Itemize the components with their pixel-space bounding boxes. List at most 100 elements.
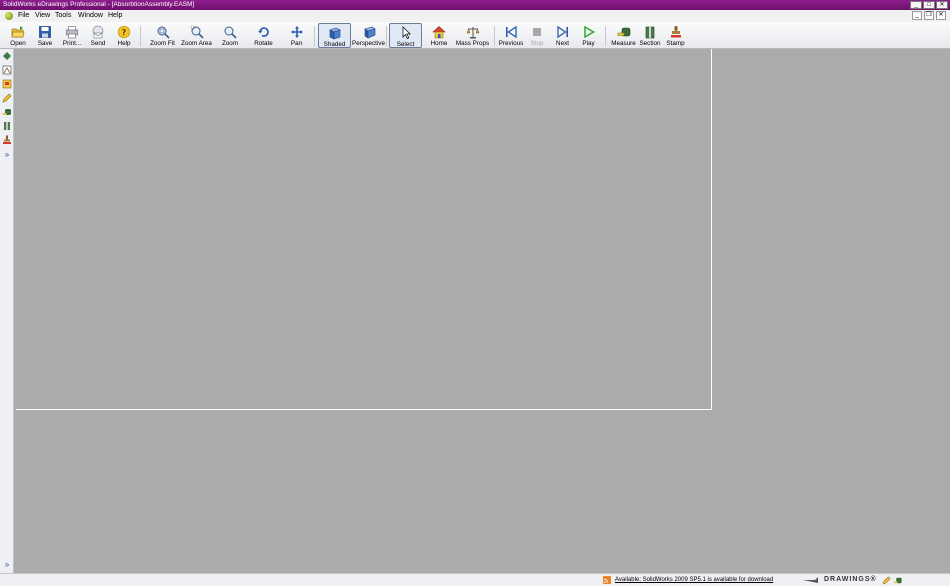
help-button[interactable]: ? Help <box>112 23 136 48</box>
section-cut-icon <box>645 26 655 39</box>
main-toolbar: Open Save Print... Send ? Help Zoom Fit … <box>0 22 950 49</box>
save-disk-icon <box>39 26 51 38</box>
perspective-label: Perspective <box>352 40 385 47</box>
section-sidebar-icon[interactable] <box>2 121 12 131</box>
section-button[interactable]: Section <box>638 23 662 48</box>
home-button[interactable]: Home <box>427 23 451 48</box>
home-house-icon <box>432 26 446 39</box>
send-mail-icon <box>92 25 104 39</box>
rotate-button[interactable]: Rotate <box>249 23 278 48</box>
rss-update-icon[interactable] <box>603 576 611 584</box>
stamp-button[interactable]: Stamp <box>664 23 687 48</box>
toolbar-separator <box>494 26 495 46</box>
minimize-button[interactable]: _ <box>910 1 922 9</box>
menu-file[interactable]: File <box>18 12 29 20</box>
configurations-icon[interactable] <box>2 79 12 89</box>
markup-pencil-icon[interactable] <box>2 93 12 103</box>
doc-close-button[interactable]: ✕ <box>936 11 946 20</box>
next-button[interactable]: Next <box>551 23 574 48</box>
markup-status-icon[interactable] <box>882 576 891 585</box>
edrawings-logo: DRAWINGS® <box>824 576 877 583</box>
rotate-icon <box>257 27 269 37</box>
section-label: Section <box>639 40 661 47</box>
measure-sidebar-icon[interactable] <box>2 107 12 117</box>
zoom-button[interactable]: Zoom <box>215 23 245 48</box>
zoom-area-icon <box>190 25 204 39</box>
previous-label: Previous <box>498 40 524 47</box>
print-label: Print... <box>62 40 82 47</box>
pan-arrows-icon <box>290 26 303 38</box>
select-tool-button[interactable]: Select <box>389 23 422 48</box>
edrawings-app-icon[interactable] <box>5 12 13 20</box>
select-label: Select <box>396 41 415 48</box>
toolbar-separator <box>140 26 141 46</box>
left-sidebar: » » <box>0 49 14 573</box>
update-notification-link[interactable]: Available: SolidWorks 2009 SP5.1 is avai… <box>615 576 773 584</box>
open-folder-icon <box>11 26 25 38</box>
perspective-cube-icon <box>363 26 376 39</box>
status-bar: Available: SolidWorks 2009 SP5.1 is avai… <box>0 573 950 586</box>
zoom-label: Zoom <box>221 40 239 47</box>
sheets-icon[interactable] <box>2 65 12 75</box>
pan-button[interactable]: Pan <box>284 23 309 48</box>
doc-minimize-button[interactable]: _ <box>912 11 922 20</box>
zoom-fit-label: Zoom Fit <box>150 40 175 47</box>
perspective-toggle[interactable]: Perspective <box>352 23 385 48</box>
rotate-label: Rotate <box>254 40 273 47</box>
zoom-magnifier-icon <box>224 26 237 39</box>
mass-props-label: Mass Props <box>455 40 490 47</box>
save-label: Save <box>37 40 53 47</box>
previous-button[interactable]: Previous <box>497 23 525 48</box>
zoom-area-button[interactable]: Zoom Area <box>179 23 214 48</box>
edrawings-logo-graphic-icon <box>803 577 818 583</box>
stamp-label: Stamp <box>666 40 685 47</box>
shaded-toggle[interactable]: Shaded <box>318 23 351 48</box>
zoom-area-label: Zoom Area <box>181 40 212 47</box>
close-button[interactable]: ✕ <box>936 1 948 9</box>
stamp-icon <box>670 26 681 38</box>
stop-button[interactable]: Stop <box>526 23 548 48</box>
next-icon <box>556 25 568 39</box>
toolbar-separator <box>386 26 387 46</box>
menu-window[interactable]: Window <box>78 12 103 20</box>
model-viewport[interactable] <box>15 49 950 573</box>
help-question-icon: ? <box>117 25 131 39</box>
save-button[interactable]: Save <box>32 23 58 48</box>
send-button[interactable]: Send <box>86 23 110 48</box>
measure-status-icon[interactable] <box>893 576 903 585</box>
doc-restore-button[interactable]: ❐ <box>924 11 934 20</box>
menu-view[interactable]: View <box>35 12 50 20</box>
send-label: Send <box>90 40 106 47</box>
menu-tools[interactable]: Tools <box>55 12 71 20</box>
open-button[interactable]: Open <box>4 23 32 48</box>
shaded-cube-icon <box>328 27 341 40</box>
zoom-fit-button[interactable]: Zoom Fit <box>146 23 179 48</box>
expand-panel-bottom-button[interactable]: » <box>2 560 12 570</box>
stamp-sidebar-icon[interactable] <box>2 135 12 145</box>
expand-panel-button[interactable]: » <box>2 150 12 160</box>
printer-icon <box>66 26 78 39</box>
window-title: SolidWorks eDrawings Professional - [Abs… <box>3 1 195 8</box>
menu-bar: File View Tools Window Help _ ❐ ✕ <box>0 10 950 22</box>
measure-label: Measure <box>611 40 636 47</box>
select-cursor-icon <box>402 26 411 39</box>
menu-help[interactable]: Help <box>108 12 122 20</box>
help-label: Help <box>117 40 131 47</box>
play-triangle-icon <box>583 25 595 39</box>
toolbar-separator <box>314 26 315 46</box>
measure-button[interactable]: Measure <box>609 23 638 48</box>
scale-balance-icon <box>466 27 479 39</box>
print-button[interactable]: Print... <box>58 23 86 48</box>
components-tree-icon[interactable] <box>2 51 12 61</box>
next-label: Next <box>556 40 569 47</box>
zoom-fit-icon <box>157 26 170 39</box>
maximize-button[interactable]: □ <box>923 1 935 9</box>
previous-icon <box>506 25 517 39</box>
stop-label: Stop <box>530 40 544 47</box>
title-bar: SolidWorks eDrawings Professional - [Abs… <box>0 0 950 10</box>
pan-label: Pan <box>290 40 303 47</box>
play-button[interactable]: Play <box>577 23 600 48</box>
shaded-label: Shaded <box>323 41 346 48</box>
svg-text:?: ? <box>122 28 127 37</box>
mass-props-button[interactable]: Mass Props <box>455 23 490 48</box>
